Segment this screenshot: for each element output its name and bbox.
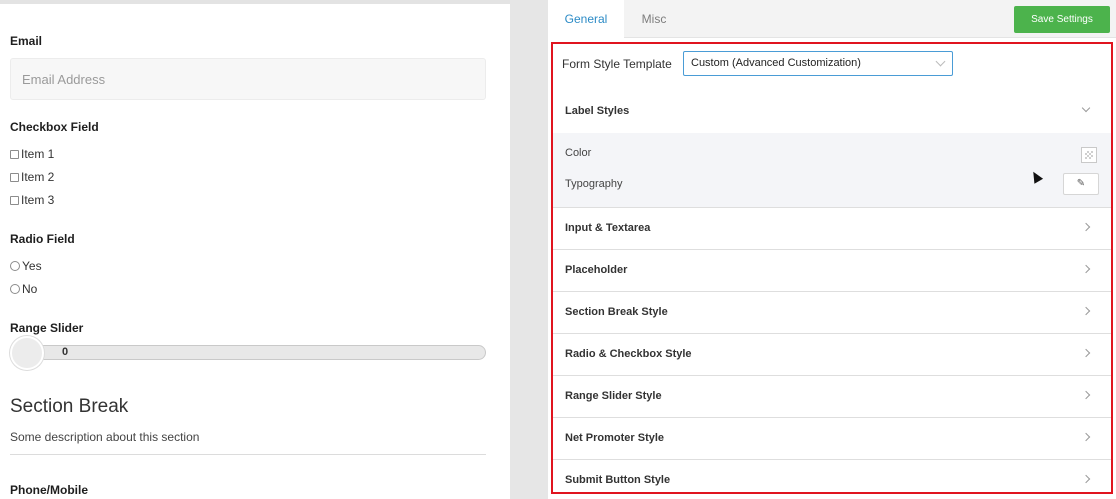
radio-icon[interactable] — [10, 284, 20, 294]
mouse-cursor-icon — [1028, 169, 1044, 184]
radio-option-yes[interactable]: Yes — [10, 259, 42, 273]
accordion-submit-button-style[interactable]: Submit Button Style — [553, 460, 1111, 492]
accordion-input-textarea[interactable]: Input & Textarea — [553, 208, 1111, 250]
color-label: Color — [565, 147, 592, 159]
typography-label: Typography — [565, 178, 623, 190]
chevron-right-icon — [1081, 348, 1091, 358]
range-slider-value: 0 — [62, 346, 69, 358]
accordion-label: Submit Button Style — [565, 474, 671, 486]
chevron-down-icon — [1081, 103, 1091, 113]
tab-misc[interactable]: Misc — [624, 0, 684, 38]
checkbox-icon[interactable] — [10, 195, 19, 205]
accordion-label: Label Styles — [565, 105, 630, 117]
checkbox-field-label: Checkbox Field — [10, 120, 99, 134]
form-style-template-select[interactable]: Custom (Advanced Customization) — [683, 51, 953, 76]
accordion-label: Net Promoter Style — [565, 432, 665, 444]
settings-tabs: General Misc Save Settings — [548, 0, 1116, 39]
chevron-right-icon — [1081, 432, 1091, 442]
chevron-right-icon — [1081, 222, 1091, 232]
accordion-label: Placeholder — [565, 264, 628, 276]
accordion-section-break-style[interactable]: Section Break Style — [553, 292, 1111, 334]
pencil-icon: ✎ — [1076, 178, 1086, 189]
radio-icon[interactable] — [10, 261, 20, 271]
accordion-radio-checkbox-style[interactable]: Radio & Checkbox Style — [553, 334, 1111, 376]
section-divider — [10, 454, 486, 455]
range-slider-track[interactable] — [10, 345, 486, 360]
checkbox-item-3[interactable]: Item 3 — [10, 193, 54, 207]
accordion-label: Input & Textarea — [565, 222, 651, 234]
accordion-label: Range Slider Style — [565, 390, 662, 402]
chevron-right-icon — [1081, 264, 1091, 274]
accordion-placeholder[interactable]: Placeholder — [553, 250, 1111, 292]
pane-gutter — [510, 0, 548, 499]
form-style-template-label: Form Style Template — [562, 57, 672, 71]
chevron-right-icon — [1081, 306, 1091, 316]
settings-panel: General Misc Save Settings Form Style Te… — [548, 0, 1116, 499]
accordion-label: Section Break Style — [565, 306, 668, 318]
style-settings-box: Form Style Template Custom (Advanced Cus… — [551, 42, 1113, 494]
range-slider-handle[interactable] — [10, 336, 44, 370]
form-style-template-value: Custom (Advanced Customization) — [691, 57, 861, 69]
phone-label: Phone/Mobile — [10, 483, 88, 497]
form-preview: Email Checkbox Field Item 1 Item 2 Item … — [0, 0, 510, 499]
email-label: Email — [10, 34, 43, 48]
label-styles-content: Color Typography ✎ — [553, 133, 1111, 208]
accordion-label: Radio & Checkbox Style — [565, 348, 692, 360]
chevron-right-icon — [1081, 474, 1091, 484]
color-picker-button[interactable] — [1081, 147, 1097, 163]
save-settings-button[interactable]: Save Settings — [1014, 6, 1110, 33]
accordion-label-styles[interactable]: Label Styles — [553, 91, 1111, 133]
checkbox-icon[interactable] — [10, 149, 19, 159]
accordion-range-slider-style[interactable]: Range Slider Style — [553, 376, 1111, 418]
chevron-right-icon — [1081, 390, 1091, 400]
checkbox-item-2[interactable]: Item 2 — [10, 170, 54, 184]
range-slider-label: Range Slider — [10, 321, 84, 335]
radio-field-label: Radio Field — [10, 232, 75, 246]
radio-option-no[interactable]: No — [10, 282, 37, 296]
section-break-title: Section Break — [10, 396, 129, 417]
tab-general[interactable]: General — [548, 0, 624, 39]
checkbox-icon[interactable] — [10, 172, 19, 182]
accordion-net-promoter-style[interactable]: Net Promoter Style — [553, 418, 1111, 460]
checkbox-item-1[interactable]: Item 1 — [10, 147, 54, 161]
typography-edit-button[interactable]: ✎ — [1063, 173, 1099, 195]
email-input[interactable] — [10, 58, 486, 100]
section-break-description: Some description about this section — [10, 430, 200, 444]
transparent-swatch-icon — [1085, 151, 1093, 159]
chevron-down-icon — [935, 56, 946, 67]
